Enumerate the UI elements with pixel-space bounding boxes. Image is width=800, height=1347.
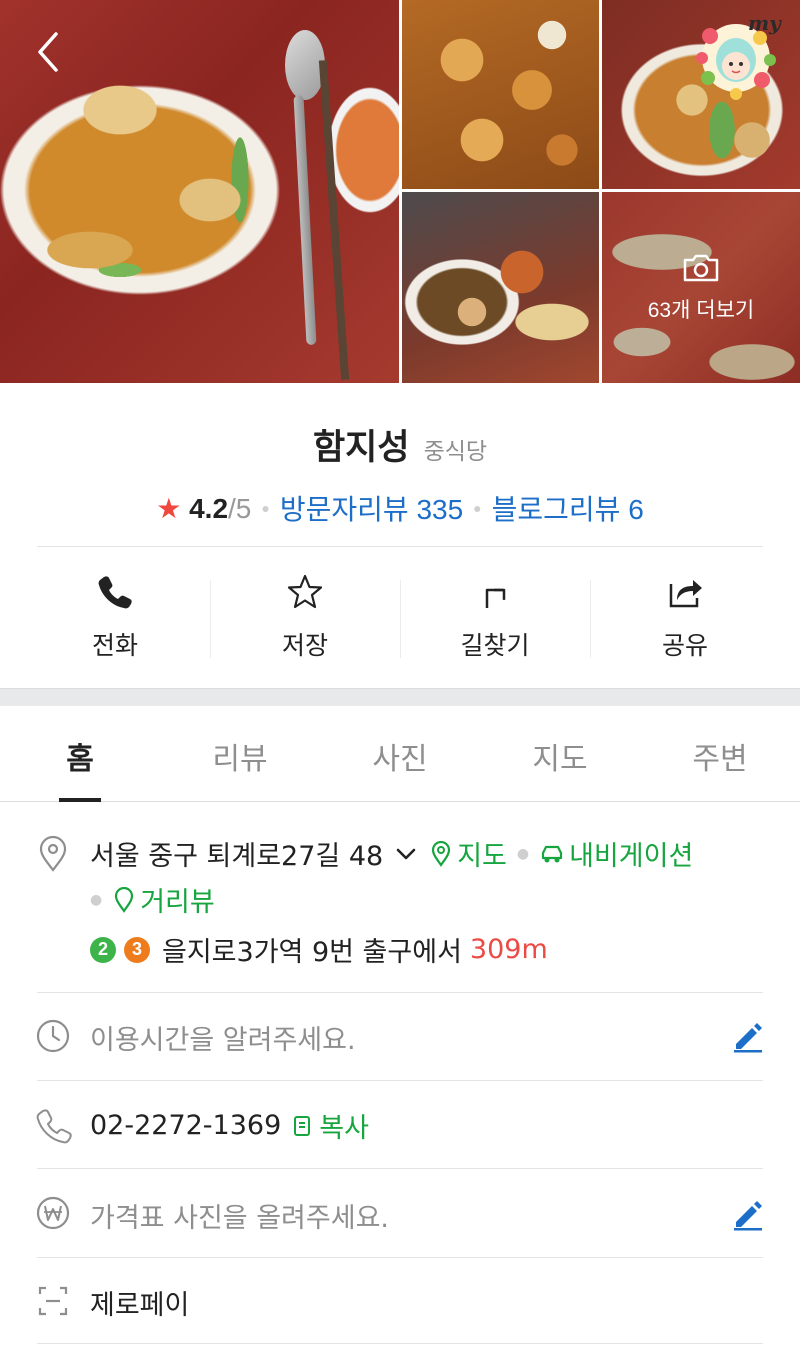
divider xyxy=(37,1080,763,1081)
navigation-link[interactable]: 내비게이션 xyxy=(539,834,693,873)
navigation-link-label: 내비게이션 xyxy=(569,841,694,872)
subway-line-badge: 3 xyxy=(124,936,150,963)
separator-dot: ● xyxy=(90,891,103,908)
street-view-link[interactable]: 거리뷰 xyxy=(112,880,215,919)
share-label: 공유 xyxy=(661,631,708,660)
tab-map[interactable]: 지도 xyxy=(480,706,640,801)
share-icon xyxy=(669,580,702,608)
my-profile-badge[interactable]: my xyxy=(690,8,782,100)
photo-gallery: 63개 더보기 my xyxy=(0,0,800,383)
pencil-icon[interactable] xyxy=(730,1019,764,1053)
price-placeholder: 가격표 사진을 올려주세요. xyxy=(90,1203,389,1234)
separator-dot: ● xyxy=(261,500,270,516)
directions-button[interactable]: 길찾기 xyxy=(400,548,590,688)
back-button[interactable] xyxy=(26,28,74,76)
tab-photo[interactable]: 사진 xyxy=(320,706,480,801)
place-name: 함지성 xyxy=(312,428,410,468)
phone-icon xyxy=(98,576,132,609)
chevron-left-icon xyxy=(38,32,58,72)
map-link-label: 지도 xyxy=(457,841,507,872)
section-separator xyxy=(0,688,800,706)
divider xyxy=(37,546,763,547)
rating-score: 4.2 xyxy=(189,492,229,524)
photo-thumbnail[interactable] xyxy=(402,192,599,383)
tab-home[interactable]: 홈 xyxy=(0,706,160,801)
pencil-icon[interactable] xyxy=(730,1197,764,1231)
call-label: 전화 xyxy=(91,631,138,660)
directions-label: 길찾기 xyxy=(460,631,530,660)
more-photos-label: 63개 더보기 xyxy=(647,298,755,322)
copy-button[interactable]: 복사 xyxy=(291,1106,369,1145)
divider xyxy=(37,1257,763,1258)
car-icon xyxy=(541,845,563,862)
spoon-handle-decor xyxy=(293,94,317,346)
share-button[interactable]: 공유 xyxy=(590,548,780,688)
call-button[interactable]: 전화 xyxy=(20,548,210,688)
street-view-label: 거리뷰 xyxy=(140,887,215,918)
tab-bar: 홈 리뷰 사진 지도 주변 xyxy=(0,706,800,802)
rating-row: ★ 4.2/5 ● 방문자리뷰 335 ● 블로그리뷰 6 xyxy=(0,488,800,528)
chevron-down-icon[interactable] xyxy=(393,841,419,867)
blog-review-link[interactable]: 블로그리뷰 6 xyxy=(492,488,644,528)
zeropay-label: 제로페이 xyxy=(90,1290,190,1321)
star-icon: ★ xyxy=(156,492,182,524)
address-text: 서울 중구 퇴계로27길 48 xyxy=(90,841,384,872)
address-row: 서울 중구 퇴계로27길 48 지도 ● 내비게이션 xyxy=(90,834,693,873)
street-view-row: ● 거리뷰 xyxy=(90,880,215,919)
tab-nearby[interactable]: 주변 xyxy=(640,706,800,801)
street-view-pin-icon xyxy=(115,886,134,913)
copy-icon xyxy=(294,1115,311,1136)
camera-icon xyxy=(683,254,719,281)
rating-max: /5 xyxy=(228,492,252,524)
map-link[interactable]: 지도 xyxy=(429,834,507,873)
subway-line-badge: 2 xyxy=(90,936,116,963)
divider xyxy=(37,1168,763,1169)
more-photos-button[interactable]: 63개 더보기 xyxy=(602,192,800,383)
action-bar: 전화 저장 길찾기 공유 xyxy=(20,548,780,688)
star-icon xyxy=(287,574,323,609)
clock-icon xyxy=(36,1019,70,1053)
copy-label: 복사 xyxy=(319,1113,369,1144)
won-currency-icon xyxy=(36,1196,70,1230)
phone-number[interactable]: 02-2272-1369 xyxy=(90,1110,281,1141)
subway-text: 을지로3가역 9번 출구에서 xyxy=(162,937,462,968)
tab-review[interactable]: 리뷰 xyxy=(160,706,320,801)
hours-placeholder: 이용시간을 알려주세요. xyxy=(90,1025,356,1056)
photo-thumbnail[interactable] xyxy=(402,0,599,189)
subway-distance: 309m xyxy=(469,934,548,965)
scan-frame-icon xyxy=(38,1286,68,1316)
place-category: 중식당 xyxy=(423,439,488,465)
separator-dot: ● xyxy=(473,500,482,516)
separator-dot: ● xyxy=(516,845,530,862)
save-button[interactable]: 저장 xyxy=(210,548,400,688)
visitor-review-link[interactable]: 방문자리뷰 335 xyxy=(280,488,463,528)
divider xyxy=(37,1343,763,1344)
save-label: 저장 xyxy=(281,631,328,660)
subway-row: 2 3 을지로3가역 9번 출구에서 309m xyxy=(90,930,548,969)
map-pin-icon xyxy=(432,840,451,867)
avatar-icon: my xyxy=(696,11,782,100)
place-header: 함지성 중식당 ★ 4.2/5 ● 방문자리뷰 335 ● 블로그리뷰 6 xyxy=(0,383,800,546)
phone-outline-icon xyxy=(36,1109,72,1144)
directions-icon xyxy=(485,588,506,608)
phone-row: 02-2272-1369 복사 xyxy=(90,1106,369,1145)
chopstick-decor xyxy=(318,60,350,380)
badge-text: my xyxy=(748,11,782,35)
location-pin-icon xyxy=(39,835,67,872)
divider xyxy=(37,992,763,993)
